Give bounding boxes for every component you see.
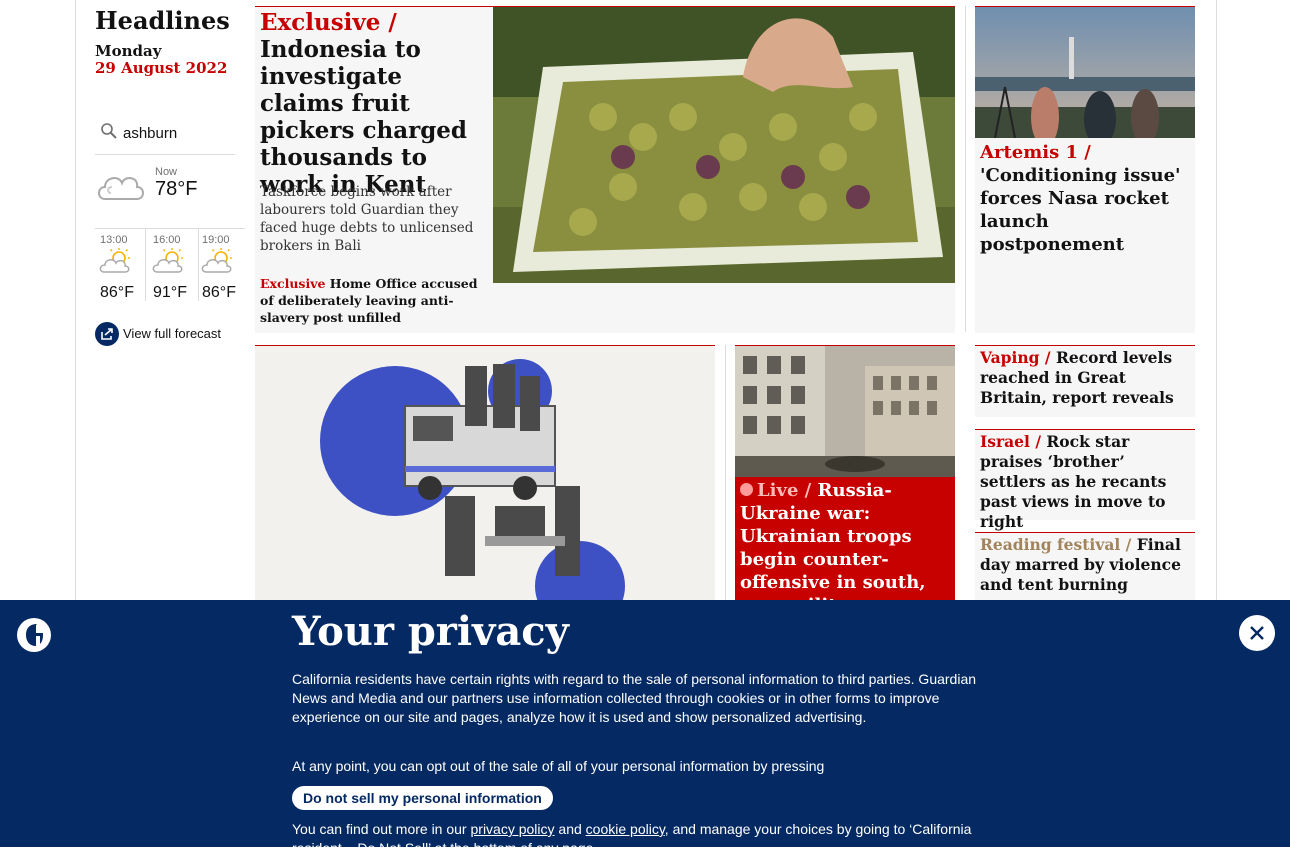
artemis-kicker: Artemis 1 / — [980, 142, 1091, 163]
forecast-item: 13:00 86°F — [95, 229, 146, 301]
forecast-time: 19:00 — [202, 234, 230, 246]
column-divider — [965, 6, 966, 332]
israel-kicker: Israel / — [980, 432, 1041, 451]
hourly-forecast: 13:00 86°F 16:00 91°F 19:00 86°F — [95, 228, 245, 301]
artemis-headline-text: 'Conditioning issue' forces Nasa rocket … — [980, 165, 1181, 255]
privacy-paragraph-2: At any point, you can opt out of the sal… — [292, 758, 825, 774]
search-icon — [101, 123, 117, 139]
sublink-kicker: Exclusive — [260, 276, 326, 291]
weather-now-temp: 78°F — [155, 178, 198, 200]
vaping-headline[interactable]: Vaping / Record levels reached in Great … — [980, 348, 1190, 408]
date-day: Monday — [95, 42, 162, 60]
guardian-logo-icon — [17, 618, 51, 652]
vaping-kicker: Vaping / — [980, 348, 1051, 367]
damaged-building-photo[interactable] — [735, 346, 955, 477]
artemis-headline[interactable]: Artemis 1 / 'Conditioning issue' forces … — [980, 141, 1192, 256]
cookie-policy-link[interactable]: cookie policy — [586, 821, 665, 837]
partly-sunny-icon — [152, 248, 183, 273]
weather-location-search[interactable]: ashburn — [95, 118, 235, 155]
forecast-temp: 86°F — [202, 284, 236, 301]
live-dot-icon — [740, 483, 753, 496]
reading-headline[interactable]: Reading festival / Final day marred by v… — [980, 535, 1190, 595]
main-kicker: Exclusive / — [260, 9, 397, 36]
main-headline-text: Indonesia to investigate claims fruit pi… — [260, 36, 468, 198]
cloudy-icon — [98, 177, 144, 200]
date-full: 29 August 2022 — [95, 59, 228, 77]
forecast-item: 19:00 86°F — [197, 229, 247, 301]
forecast-temp: 91°F — [153, 284, 187, 301]
privacy-banner: Your privacy California residents have c… — [0, 600, 1290, 856]
close-button[interactable] — [1239, 615, 1275, 651]
main-standfirst: Taskforce begins work after labourers to… — [260, 184, 474, 254]
vaping-story-card[interactable]: Vaping / Record levels reached in Great … — [975, 345, 1195, 417]
rocket-launch-photo[interactable] — [975, 7, 1195, 138]
partly-sunny-icon — [201, 248, 232, 273]
privacy-p3-and: and — [554, 821, 586, 837]
view-full-forecast-label: View full forecast — [123, 326, 222, 341]
column-divider — [725, 345, 726, 605]
privacy-paragraph-3: You can find out more in our privacy pol… — [292, 820, 992, 858]
forecast-temp: 86°F — [100, 284, 134, 301]
artemis-story-card[interactable]: Artemis 1 / 'Conditioning issue' forces … — [975, 6, 1195, 333]
reading-kicker: Reading festival / — [980, 535, 1132, 554]
ambulance-illustration-card[interactable] — [255, 345, 715, 606]
forecast-time: 13:00 — [100, 234, 128, 246]
fruit-crate-photo[interactable] — [493, 7, 955, 283]
main-sublink[interactable]: Exclusive Home Office accused of deliber… — [260, 275, 480, 326]
main-headline[interactable]: Exclusive / Indonesia to investigate cla… — [260, 9, 485, 198]
privacy-p3-text: You can find out more in our — [292, 821, 471, 837]
forecast-time: 16:00 — [153, 234, 181, 246]
live-kicker: Live / — [757, 480, 812, 501]
forecast-item: 16:00 91°F — [148, 229, 199, 301]
partly-sunny-icon — [99, 248, 130, 273]
ambulance-illustration[interactable] — [255, 346, 715, 606]
privacy-paragraph-1: California residents have certain rights… — [292, 671, 977, 725]
privacy-title: Your privacy — [292, 608, 569, 655]
weather-now-label: Now — [155, 166, 178, 178]
external-link-icon — [95, 322, 119, 346]
main-story-card[interactable]: Exclusive / Indonesia to investigate cla… — [255, 6, 955, 333]
privacy-policy-link[interactable]: privacy policy — [471, 821, 555, 837]
do-not-sell-button[interactable]: Do not sell my personal information — [292, 786, 553, 810]
ukraine-headline[interactable]: Live / Russia-Ukraine war: Ukrainian tro… — [740, 479, 952, 606]
search-input[interactable]: ashburn — [123, 125, 177, 142]
ukraine-live-card[interactable]: Live / Russia-Ukraine war: Ukrainian tro… — [735, 345, 955, 606]
section-title: Headlines — [95, 6, 230, 35]
close-icon — [1250, 626, 1264, 640]
reading-story-card[interactable]: Reading festival / Final day marred by v… — [975, 532, 1195, 606]
israel-headline[interactable]: Israel / Rock star praises ‘brother’ set… — [980, 432, 1190, 532]
israel-story-card[interactable]: Israel / Rock star praises ‘brother’ set… — [975, 429, 1195, 531]
